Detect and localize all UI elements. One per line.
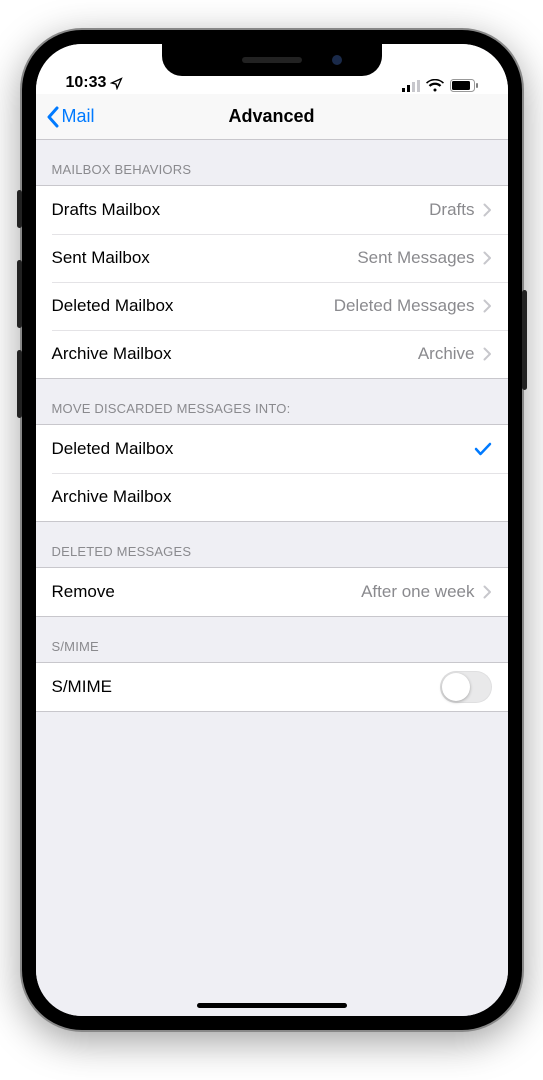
move-to-archive-cell[interactable]: Archive Mailbox	[36, 473, 508, 521]
cell-label: Drafts Mailbox	[52, 200, 161, 220]
home-indicator[interactable]	[197, 1003, 347, 1008]
wifi-icon	[426, 79, 444, 92]
smime-cell[interactable]: S/MIME	[36, 663, 508, 711]
power-button	[522, 290, 527, 390]
move-discarded-group: Deleted Mailbox Archive Mailbox	[36, 424, 508, 522]
archive-mailbox-cell[interactable]: Archive Mailbox Archive	[36, 330, 508, 378]
cell-value: Archive	[418, 344, 475, 364]
chevron-right-icon	[483, 585, 492, 599]
settings-content[interactable]: MAILBOX BEHAVIORS Drafts Mailbox Drafts …	[36, 140, 508, 1016]
location-icon	[110, 77, 123, 90]
cell-value: After one week	[361, 582, 474, 602]
navigation-bar: Mail Advanced	[36, 94, 508, 140]
cellular-signal-icon	[402, 80, 420, 92]
cell-label: Remove	[52, 582, 115, 602]
drafts-mailbox-cell[interactable]: Drafts Mailbox Drafts	[36, 186, 508, 234]
chevron-right-icon	[483, 299, 492, 313]
volume-down-button	[17, 350, 22, 418]
remove-cell[interactable]: Remove After one week	[36, 568, 508, 616]
cell-value: Deleted Messages	[334, 296, 475, 316]
cell-label: Archive Mailbox	[52, 344, 172, 364]
page-title: Advanced	[36, 106, 508, 127]
chevron-right-icon	[483, 203, 492, 217]
section-header-smime: S/MIME	[36, 617, 508, 662]
toggle-knob	[442, 673, 470, 701]
cell-value: Sent Messages	[357, 248, 474, 268]
chevron-right-icon	[483, 347, 492, 361]
cell-label: Sent Mailbox	[52, 248, 150, 268]
battery-icon	[450, 79, 478, 92]
move-to-deleted-cell[interactable]: Deleted Mailbox	[36, 425, 508, 473]
back-label: Mail	[62, 106, 95, 127]
cell-value: Drafts	[429, 200, 474, 220]
cell-label: Archive Mailbox	[52, 487, 172, 507]
checkmark-icon	[474, 442, 492, 456]
sent-mailbox-cell[interactable]: Sent Mailbox Sent Messages	[36, 234, 508, 282]
section-header-mailbox-behaviors: MAILBOX BEHAVIORS	[36, 140, 508, 185]
chevron-right-icon	[483, 251, 492, 265]
chevron-left-icon	[46, 106, 60, 128]
smime-group: S/MIME	[36, 662, 508, 712]
status-time: 10:33	[66, 74, 107, 92]
deleted-mailbox-cell[interactable]: Deleted Mailbox Deleted Messages	[36, 282, 508, 330]
cell-label: S/MIME	[52, 677, 112, 697]
section-header-deleted-messages: DELETED MESSAGES	[36, 522, 508, 567]
mailbox-behaviors-group: Drafts Mailbox Drafts Sent Mailbox Sent …	[36, 185, 508, 379]
section-header-move-discarded: MOVE DISCARDED MESSAGES INTO:	[36, 379, 508, 424]
back-button[interactable]: Mail	[36, 106, 95, 128]
mute-switch	[17, 190, 22, 228]
phone-frame: 10:33	[22, 30, 522, 1030]
cell-label: Deleted Mailbox	[52, 439, 174, 459]
deleted-messages-group: Remove After one week	[36, 567, 508, 617]
screen: 10:33	[36, 44, 508, 1016]
volume-up-button	[17, 260, 22, 328]
smime-toggle[interactable]	[440, 671, 492, 703]
notch	[162, 44, 382, 76]
cell-label: Deleted Mailbox	[52, 296, 174, 316]
